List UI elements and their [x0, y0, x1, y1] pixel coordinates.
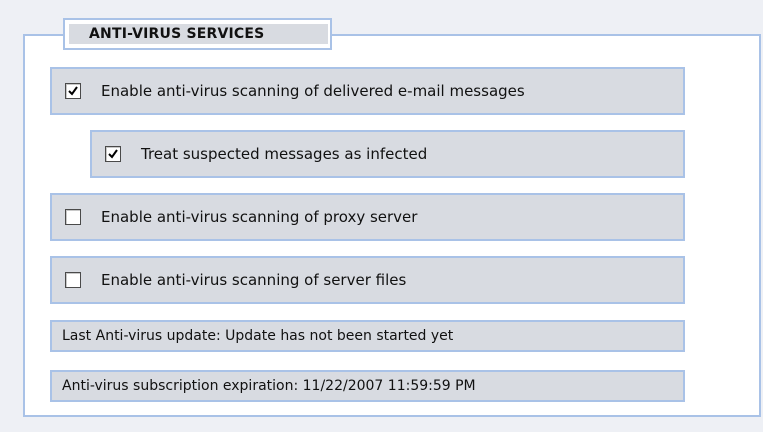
option-label-treat-suspected: Treat suspected messages as infected [141, 145, 428, 163]
option-label-scan-proxy: Enable anti-virus scanning of proxy serv… [101, 208, 418, 226]
option-row-scan-email: Enable anti-virus scanning of delivered … [50, 67, 685, 115]
check-mark-icon [108, 149, 118, 159]
checkbox-scan-server-files[interactable] [65, 272, 81, 288]
last-update-text: Last Anti-virus update: Update has not b… [62, 328, 454, 344]
section-title-frame: ANTI-VIRUS SERVICES [63, 18, 332, 50]
last-update-status: Last Anti-virus update: Update has not b… [50, 320, 685, 352]
check-mark-icon [68, 86, 78, 96]
option-row-scan-proxy: Enable anti-virus scanning of proxy serv… [50, 193, 685, 241]
option-row-treat-suspected: Treat suspected messages as infected [90, 130, 685, 178]
checkbox-treat-suspected[interactable] [105, 146, 121, 162]
option-label-scan-server-files: Enable anti-virus scanning of server fil… [101, 271, 407, 289]
checkbox-scan-proxy[interactable] [65, 209, 81, 225]
option-row-scan-server-files: Enable anti-virus scanning of server fil… [50, 256, 685, 304]
subscription-expiration-text: Anti-virus subscription expiration: 11/2… [62, 378, 476, 394]
subscription-expiration-status: Anti-virus subscription expiration: 11/2… [50, 370, 685, 402]
section-title: ANTI-VIRUS SERVICES [69, 24, 328, 44]
checkbox-scan-email[interactable] [65, 83, 81, 99]
option-label-scan-email: Enable anti-virus scanning of delivered … [101, 82, 525, 100]
